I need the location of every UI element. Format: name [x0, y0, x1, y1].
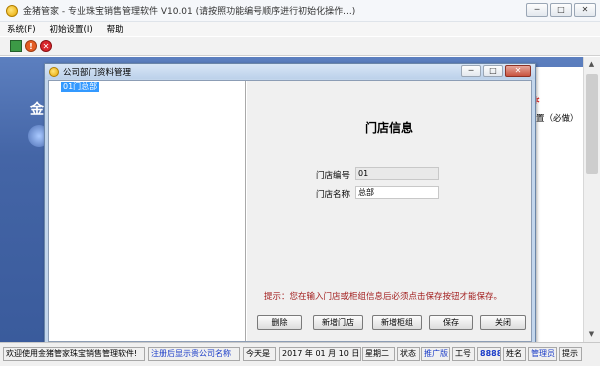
save-hint-text: 提示：您在输入门店或柜组信息后必须点击保存按钮才能保存。: [264, 292, 503, 302]
status-date: 2017 年 01 月 10 日: [279, 347, 361, 361]
store-name-label: 门店名称: [316, 190, 351, 200]
status-today-label: 今天是: [243, 347, 276, 361]
store-code-label: 门店编号: [316, 171, 351, 181]
department-tree[interactable]: 01门总部: [49, 81, 246, 341]
workspace-right-panel: [536, 67, 583, 342]
menu-system[interactable]: 系统(F): [0, 23, 43, 35]
status-tip-label: 提示: [559, 347, 582, 361]
dialog-maximize-button[interactable]: □: [483, 65, 503, 77]
dialog-title-bar: 公司部门资料管理 ─ □ ✕: [45, 64, 535, 79]
status-welcome: 欢迎使用金猪管家珠宝销售管理软件!: [3, 347, 145, 361]
dialog-title: 公司部门资料管理: [63, 67, 132, 78]
status-bar: 欢迎使用金猪管家珠宝销售管理软件! 注册后显示贵公司名称 今天是 2017 年 …: [0, 342, 600, 366]
status-role: 管理员: [528, 347, 557, 361]
status-weekday: 星期二: [362, 347, 395, 361]
app-logo-icon: [6, 4, 18, 17]
window-title: 金猪管家 - 专业珠宝销售管理软件 V10.01 (请按照功能编号顺序进行初始化…: [23, 7, 356, 17]
store-info-form: 门店信息 门店编号 01 门店名称 总部 提示：您在输入门店或柜组信息后必须点击…: [247, 81, 531, 341]
workspace-right-label: 置（必做）: [536, 114, 579, 124]
status-employee-id-label: 工号: [452, 347, 475, 361]
status-name-label: 姓名: [503, 347, 526, 361]
dialog-body: 01门总部 门店信息 门店编号 01 门店名称 总部 提示：您在输入门店或柜组信…: [48, 80, 532, 342]
window-controls: ─ □ ✕: [526, 3, 596, 17]
department-dialog: 公司部门资料管理 ─ □ ✕ 01门总部 门店信息 门店编号 01 门店名称 总…: [44, 63, 536, 345]
workspace-brand-text: 金: [30, 102, 44, 118]
save-icon[interactable]: [10, 40, 22, 52]
status-edition: 推广版: [421, 347, 450, 361]
close-icon[interactable]: ✕: [40, 40, 52, 52]
status-state-label: 状态: [397, 347, 420, 361]
scroll-up-icon[interactable]: ▲: [584, 57, 599, 72]
store-name-field[interactable]: 总部: [355, 186, 439, 199]
status-register-hint: 注册后显示贵公司名称: [148, 347, 240, 361]
vertical-scrollbar[interactable]: ▲ ▼: [583, 57, 600, 342]
delete-button[interactable]: 删除: [257, 315, 302, 330]
add-group-button[interactable]: 新增柜组: [372, 315, 422, 330]
save-button[interactable]: 保存: [429, 315, 473, 330]
close-button[interactable]: 关闭: [480, 315, 526, 330]
store-code-field[interactable]: 01: [355, 167, 439, 180]
scroll-thumb[interactable]: [586, 74, 598, 174]
form-heading: 门店信息: [364, 121, 413, 135]
info-icon[interactable]: !: [25, 40, 37, 52]
dialog-window-controls: ─ □ ✕: [461, 65, 531, 77]
maximize-button[interactable]: □: [550, 3, 572, 17]
menu-bar: 系统(F) 初始设置(I) 帮助: [0, 22, 600, 36]
main-title-bar: 金猪管家 - 专业珠宝销售管理软件 V10.01 (请按照功能编号顺序进行初始化…: [0, 0, 600, 22]
add-store-button[interactable]: 新增门店: [313, 315, 363, 330]
dialog-close-button[interactable]: ✕: [505, 65, 531, 77]
minimize-button[interactable]: ─: [526, 3, 548, 17]
scroll-down-icon[interactable]: ▼: [584, 327, 599, 342]
menu-initial-settings[interactable]: 初始设置(I): [43, 23, 100, 35]
dialog-logo-icon: [49, 66, 59, 77]
toolbar: ! ✕: [0, 37, 600, 56]
dialog-minimize-button[interactable]: ─: [461, 65, 481, 77]
close-window-button[interactable]: ✕: [574, 3, 596, 17]
tree-node-headquarters[interactable]: 01门总部: [61, 82, 100, 92]
menu-help[interactable]: 帮助: [100, 23, 131, 35]
status-employee-id: 8888: [477, 347, 501, 361]
